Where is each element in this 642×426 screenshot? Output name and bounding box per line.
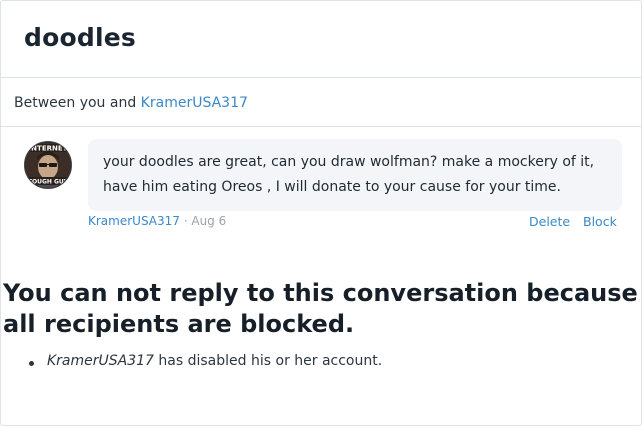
blocked-notice-heading: You can not reply to this conversation b… [3,279,638,338]
avatar[interactable]: INTERNET TOUGH GUY [24,141,72,189]
blocked-reason-text: has disabled his or her account. [153,353,383,369]
participants-bar: Between you and KramerUSA317 [1,78,641,127]
message-meta: KramerUSA317 · Aug 6 [88,214,226,228]
avatar-caption-top: INTERNET [29,145,68,153]
avatar-caption-bottom: TOUGH GUY [28,179,69,186]
meta-separator: · [179,214,192,228]
blocked-reasons-list: KramerUSA317 has disabled his or her acc… [29,353,382,369]
message-text: your doodles are great, can you draw wol… [103,154,595,195]
delete-button[interactable]: Delete [529,214,570,229]
block-button[interactable]: Block [583,214,617,229]
avatar-image: INTERNET TOUGH GUY [25,142,71,188]
conversation-title: doodles [24,23,136,52]
message-author-link[interactable]: KramerUSA317 [88,214,180,228]
participant-link[interactable]: KramerUSA317 [141,95,248,111]
conversation-panel: doodles Between you and KramerUSA317 INT… [0,0,642,426]
between-prefix: Between you and [14,95,141,111]
blocked-user-name: KramerUSA317 [47,353,154,369]
message-bubble: your doodles are great, can you draw wol… [88,139,622,211]
message-date: Aug 6 [191,214,227,228]
title-bar: doodles [1,1,641,78]
participants-text: Between you and KramerUSA317 [14,95,248,111]
list-item: KramerUSA317 has disabled his or her acc… [29,353,382,369]
